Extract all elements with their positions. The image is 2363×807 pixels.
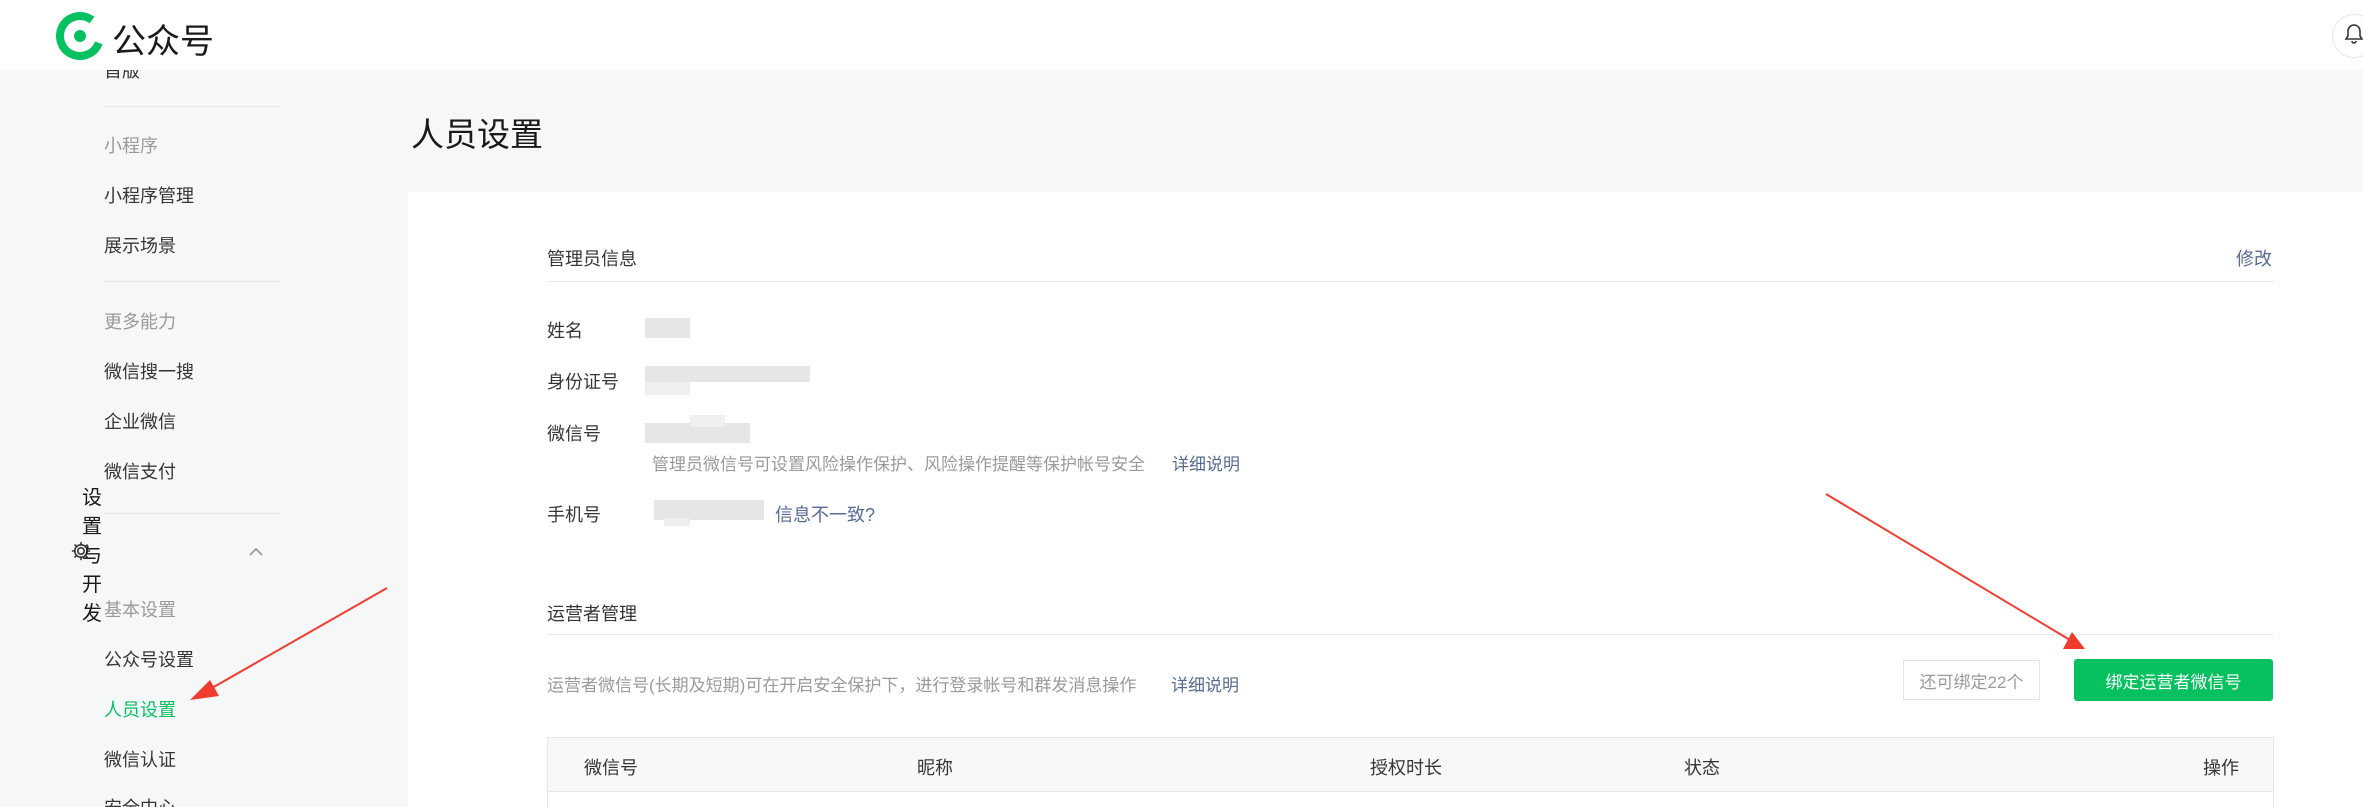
wechat-id-value-masked	[690, 415, 725, 427]
name-value-masked	[645, 318, 690, 338]
chevron-up-icon[interactable]	[246, 542, 266, 567]
sidebar-section-title: 设置与开发	[82, 487, 102, 625]
sidebar-category-more: 更多能力	[104, 312, 176, 332]
sidebar-item-staff-settings[interactable]: 人员设置	[104, 696, 176, 722]
section-divider	[547, 634, 2274, 635]
sidebar-category-miniprogram: 小程序	[104, 136, 158, 156]
sidebar-item-partial-top[interactable]: 首版	[104, 70, 140, 83]
sidebar-section-settings[interactable]: 设置与开发	[70, 487, 263, 625]
edit-admin-link[interactable]: 修改	[2236, 245, 2272, 271]
id-number-label: 身份证号	[547, 372, 619, 392]
sidebar-divider	[104, 106, 280, 107]
remaining-quota-badge: 还可绑定22个	[1903, 660, 2040, 700]
column-header-status: 状态	[1684, 758, 1720, 778]
sidebar-divider	[104, 281, 280, 282]
info-mismatch-link[interactable]: 信息不一致?	[775, 501, 875, 527]
id-number-value-masked	[645, 366, 810, 382]
wechat-tip-detail-link[interactable]: 详细说明	[1172, 450, 1240, 475]
sidebar-item-wechat-search[interactable]: 微信搜一搜	[104, 358, 194, 384]
operators-tip-detail-link[interactable]: 详细说明	[1171, 671, 1239, 696]
wechat-official-logo-icon	[56, 12, 104, 65]
sidebar-item-enterprise-wechat[interactable]: 企业微信	[104, 408, 176, 434]
top-bar: 公众号	[0, 0, 2363, 70]
sidebar-item-display-scene[interactable]: 展示场景	[104, 232, 176, 258]
phone-value-masked	[664, 518, 690, 526]
table-row	[547, 791, 2274, 807]
column-header-nickname: 昵称	[917, 758, 953, 778]
sidebar-divider	[104, 513, 280, 514]
column-header-auth-duration: 授权时长	[1370, 758, 1442, 778]
name-label: 姓名	[547, 321, 583, 341]
sidebar: 首版 小程序 小程序管理 展示场景 更多能力 微信搜一搜 企业微信 微信支付 设…	[0, 70, 408, 807]
sidebar-item-miniprogram-manage[interactable]: 小程序管理	[104, 182, 194, 208]
page-title: 人员设置	[411, 116, 543, 153]
phone-label: 手机号	[547, 505, 601, 525]
operators-table-header: 微信号 昵称 授权时长 状态 操作	[547, 737, 2274, 791]
section-divider	[547, 281, 2274, 282]
bell-icon	[2342, 22, 2363, 51]
phone-value-masked	[654, 500, 764, 520]
logo[interactable]: 公众号	[56, 12, 214, 65]
column-header-wechat-id: 微信号	[584, 758, 638, 778]
app-name: 公众号	[112, 22, 214, 62]
wechat-id-label: 微信号	[547, 424, 601, 444]
wechat-security-tip: 管理员微信号可设置风险操作保护、风险操作提醒等保护帐号安全	[652, 455, 1145, 474]
bind-operator-button[interactable]: 绑定运营者微信号	[2074, 659, 2273, 701]
sidebar-item-account-settings[interactable]: 公众号设置	[104, 646, 194, 672]
operators-section-title: 运营者管理	[547, 604, 637, 624]
admin-section-title: 管理员信息	[547, 249, 637, 269]
sidebar-item-wechat-pay[interactable]: 微信支付	[104, 458, 176, 484]
sidebar-category-basic: 基本设置	[104, 600, 176, 620]
notification-button[interactable]	[2332, 14, 2363, 58]
sidebar-item-security-center[interactable]: 安全中心	[104, 794, 176, 807]
operators-tip: 运营者微信号(长期及短期)可在开启安全保护下，进行登录帐号和群发消息操作	[547, 676, 1137, 695]
sidebar-item-wechat-verification[interactable]: 微信认证	[104, 746, 176, 772]
id-number-value-masked	[645, 382, 690, 395]
column-header-actions: 操作	[2203, 758, 2239, 778]
